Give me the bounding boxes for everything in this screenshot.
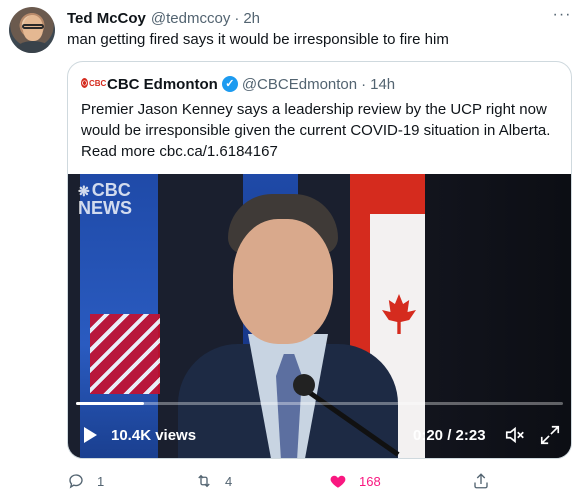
cbc-logo-icon[interactable]: CBC [81, 77, 106, 91]
video-views: 10.4K views [111, 427, 197, 444]
like-button[interactable]: 168 [329, 469, 381, 493]
author-name[interactable]: Ted McCoy [67, 10, 146, 27]
quoted-text-line: Premier Jason Kenney says a leadership r… [81, 101, 547, 118]
quoted-author-handle[interactable]: @CBCEdmonton [242, 76, 357, 93]
quoted-text-line: would be irresponsible given the current… [81, 122, 551, 139]
retweet-icon [198, 474, 210, 488]
quoted-text-line[interactable]: Read more cbc.ca/1.6184167 [81, 141, 561, 162]
author-handle[interactable]: @tedmccoy [151, 10, 230, 27]
tweet-actions: 1 4 168 [67, 469, 577, 493]
play-icon[interactable] [82, 426, 98, 444]
tweet-time[interactable]: 2h [243, 10, 260, 27]
share-button[interactable] [472, 469, 490, 493]
reply-count: 1 [97, 473, 105, 489]
microphone-stem [306, 389, 400, 457]
avatar-glasses [22, 24, 44, 29]
tweet[interactable]: Ted McCoy @tedmccoy · 2h ··· man getting… [0, 0, 579, 502]
fullscreen-icon[interactable] [539, 424, 561, 446]
video-background [425, 174, 571, 458]
like-count: 168 [359, 473, 381, 489]
fullscreen-glyph [540, 425, 560, 445]
like-icon [330, 475, 346, 488]
cbc-gem-icon [81, 78, 88, 88]
video-time: 0:20 / 2:23 [413, 427, 486, 444]
separator-dot: · [361, 75, 367, 93]
tweet-text: man getting fired says it would be irres… [67, 31, 449, 48]
video-progress-bar[interactable] [76, 402, 563, 405]
quoted-tweet-time[interactable]: 14h [370, 76, 395, 93]
retweet-button[interactable]: 4 [195, 469, 232, 493]
verified-icon: ✓ [221, 76, 238, 92]
more-icon[interactable]: ··· [552, 7, 572, 24]
quoted-tweet-header: CBC CBC Edmonton ✓ @CBCEdmonton · 14h [81, 74, 395, 94]
microphone-head [293, 374, 315, 396]
tweet-header: Ted McCoy @tedmccoy · 2h [67, 8, 260, 28]
separator-dot: · [234, 9, 240, 27]
cbc-logo-text: CBC [89, 79, 107, 88]
reply-button[interactable]: 1 [67, 469, 104, 493]
mute-icon[interactable] [504, 424, 526, 446]
quoted-tweet-text: Premier Jason Kenney says a leadership r… [81, 99, 561, 162]
retweet-count: 4 [225, 473, 233, 489]
cbc-news-watermark: CBC NEWS [78, 181, 132, 218]
quoted-tweet[interactable]: CBC CBC Edmonton ✓ @CBCEdmonton · 14h Pr… [67, 61, 572, 459]
video-progress-fill [76, 402, 145, 405]
avatar-body [15, 41, 51, 53]
video-player[interactable]: CBC NEWS 10.4K views 0:20 / 2:23 [68, 174, 571, 458]
microphone [293, 374, 413, 457]
quoted-author-name[interactable]: CBC Edmonton [107, 76, 218, 93]
speaker-head [233, 219, 333, 344]
flag-crest [90, 314, 160, 394]
avatar[interactable] [9, 7, 55, 53]
mute-glyph [505, 426, 524, 444]
reply-icon [69, 474, 83, 489]
share-icon [474, 473, 488, 489]
watermark-news: NEWS [78, 198, 132, 218]
